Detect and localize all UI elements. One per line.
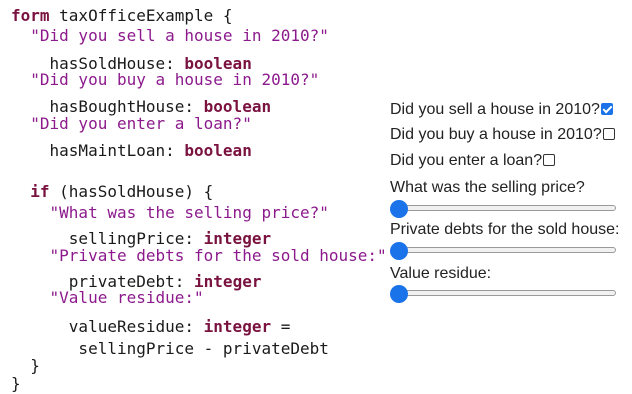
question-private-debt: Private debts for the sold house:: [390, 220, 619, 240]
code-line: "Did you sell a house in 2010?": [30, 26, 329, 45]
question-label: Did you enter a loan?: [390, 152, 543, 169]
selling-price-slider[interactable]: [390, 200, 616, 218]
code-line: "Did you buy a house in 2010?": [30, 70, 320, 89]
slider-track: [392, 290, 616, 296]
question-bought-house: Did you buy a house in 2010?: [390, 125, 615, 145]
question-label: What was the selling price?: [390, 179, 585, 196]
code-line: "Value residue:": [49, 288, 204, 307]
question-loan: Did you enter a loan?: [390, 151, 556, 171]
private-debt-slider[interactable]: [390, 242, 616, 260]
code-line: "Did you enter a loan?": [30, 114, 252, 133]
value-residue-slider[interactable]: [390, 285, 616, 303]
bought-house-checkbox[interactable]: [602, 128, 615, 140]
code-line: }: [11, 374, 21, 393]
sold-house-checkbox[interactable]: [600, 103, 613, 115]
question-label: Private debts for the sold house:: [390, 221, 620, 238]
slider-thumb[interactable]: [390, 285, 408, 303]
code-line: valueResidue: integer =: [11, 317, 291, 336]
slider-track: [392, 247, 616, 253]
slider-thumb[interactable]: [390, 242, 408, 260]
question-label: Value residue:: [390, 265, 492, 282]
question-value-residue: Value residue:: [390, 264, 491, 284]
code-line: "Private debts for the sold house:": [49, 246, 387, 265]
question-sold-house: Did you sell a house in 2010?: [390, 100, 613, 120]
code-line: sellingPrice - privateDebt: [11, 339, 329, 358]
question-label: Did you buy a house in 2010?: [390, 126, 602, 143]
slider-thumb[interactable]: [390, 200, 408, 218]
code-line: }: [11, 356, 40, 375]
question-label: Did you sell a house in 2010?: [390, 101, 600, 118]
code-line: hasMaintLoan: boolean: [11, 141, 252, 160]
code-line: form taxOfficeExample {: [11, 6, 233, 25]
question-selling-price: What was the selling price?: [390, 178, 585, 198]
code-line: if (hasSoldHouse) {: [30, 182, 214, 201]
slider-track: [392, 205, 616, 211]
code-line: "What was the selling price?": [49, 203, 329, 222]
loan-checkbox[interactable]: [543, 154, 556, 166]
